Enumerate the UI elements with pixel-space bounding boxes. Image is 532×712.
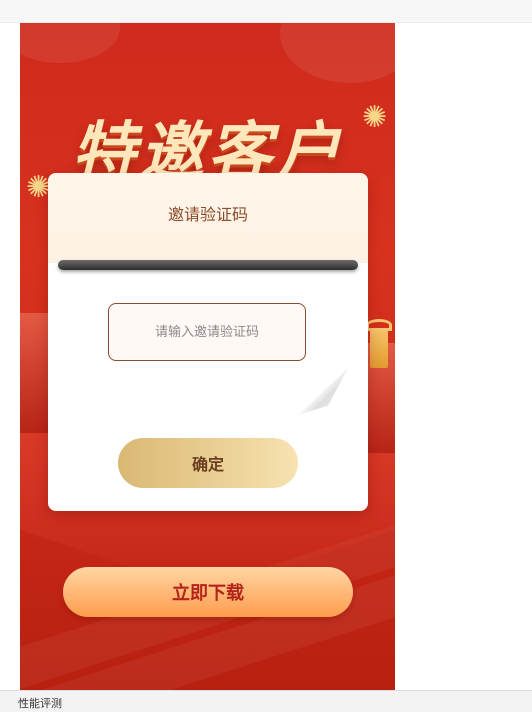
invite-code-card: 邀请验证码 确定	[48, 173, 368, 511]
invite-code-input[interactable]	[108, 303, 306, 361]
decor-building-left	[20, 313, 50, 433]
mobile-page: ✺ ✺ 特邀客户 邀请验证码 确定 立即下载	[20, 23, 395, 690]
browser-top-bar	[0, 0, 532, 23]
card-slot	[58, 260, 358, 270]
devtools-tab-performance[interactable]: 性能评测	[18, 695, 62, 711]
gift-bow-icon	[366, 319, 392, 331]
decor-circle	[20, 23, 120, 63]
confirm-button[interactable]: 确定	[118, 438, 298, 488]
decor-circle	[280, 23, 395, 83]
devtools-bar: 性能评测	[0, 690, 532, 712]
download-button[interactable]: 立即下载	[63, 567, 353, 617]
card-title: 邀请验证码	[167, 205, 248, 224]
gift-icon	[370, 328, 388, 368]
